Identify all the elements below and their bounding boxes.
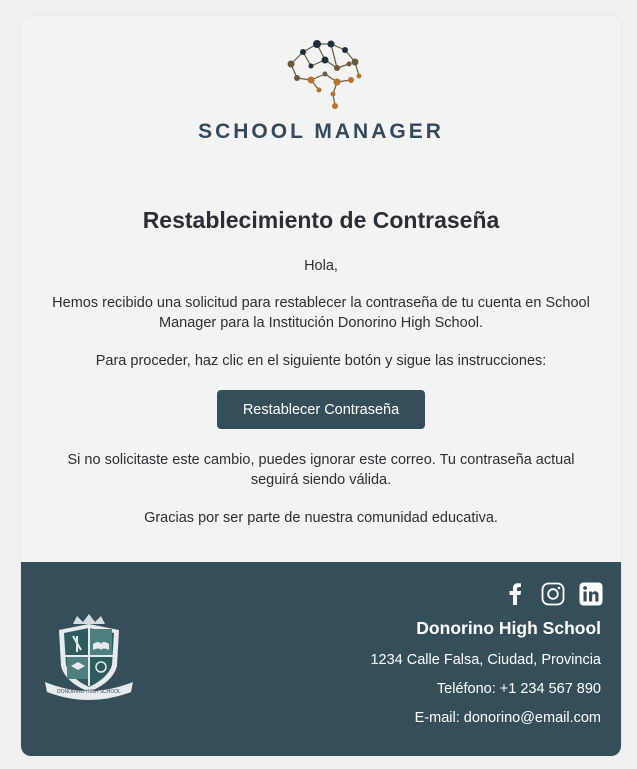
- instructions-paragraph: Para proceder, haz clic en el siguiente …: [95, 353, 547, 369]
- footer: DONORINO HIGH SCHOOL Donorino High Schoo…: [21, 562, 621, 756]
- school-name: Donorino High School: [416, 618, 601, 638]
- school-phone: Teléfono: +1 234 567 890: [436, 681, 601, 697]
- crest-icon: DONORINO HIGH SCHOOL: [45, 614, 133, 700]
- linkedin-icon[interactable]: [579, 582, 603, 606]
- svg-text:DONORINO HIGH SCHOOL: DONORINO HIGH SCHOOL: [57, 689, 121, 695]
- brain-network-icon: [287, 40, 362, 109]
- school-crest: DONORINO HIGH SCHOOL: [43, 612, 135, 707]
- page-title: Restablecimiento de Contraseña: [142, 207, 500, 233]
- thanks-paragraph: Gracias por ser parte de nuestra comunid…: [144, 510, 498, 526]
- school-address: 1234 Calle Falsa, Ciudad, Provincia: [370, 652, 601, 668]
- instagram-icon[interactable]: [541, 582, 565, 606]
- request-paragraph: Hemos recibido una solicitud para restab…: [52, 295, 590, 331]
- brand-name: SCHOOL MANAGER: [198, 120, 444, 143]
- reset-password-button[interactable]: Restablecer Contraseña: [217, 390, 425, 429]
- email-card: SCHOOL MANAGER Restablecimiento de Contr…: [21, 16, 621, 756]
- social-links: [503, 582, 603, 606]
- facebook-icon[interactable]: [503, 582, 527, 606]
- ignore-paragraph: Si no solicitaste este cambio, puedes ig…: [67, 452, 575, 488]
- school-email: E-mail: donorino@email.com: [414, 710, 601, 726]
- logo: [21, 34, 621, 114]
- greeting-text: Hola,: [304, 258, 338, 274]
